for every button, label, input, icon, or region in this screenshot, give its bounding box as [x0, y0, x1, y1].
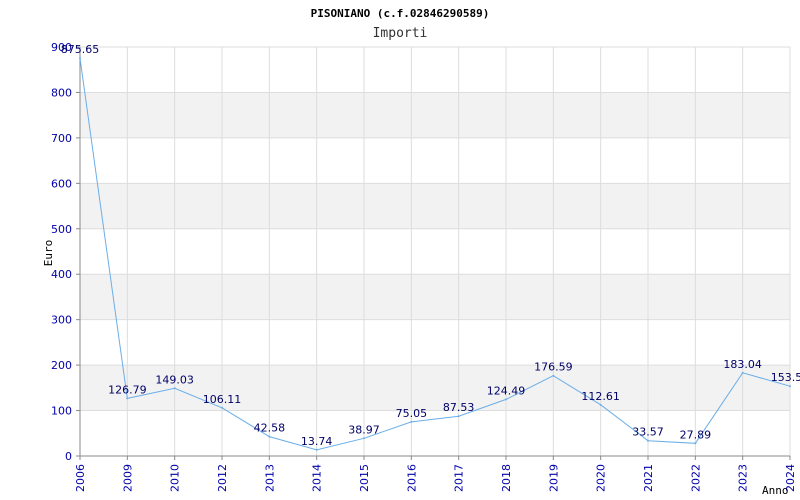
chart-title: PISONIANO (c.f.02846290589): [311, 7, 490, 20]
x-tick-label: 2021: [642, 464, 655, 492]
x-tick-label: 2023: [737, 464, 750, 492]
data-point: [741, 371, 744, 374]
data-point: [410, 420, 413, 423]
data-label: 106.11: [203, 393, 242, 406]
y-tick-label: 500: [51, 223, 72, 236]
data-point: [647, 439, 649, 442]
data-point: [126, 397, 129, 400]
data-point: [315, 448, 318, 451]
data-label: 183.04: [723, 358, 762, 371]
data-point: [363, 437, 365, 440]
y-tick-label: 600: [51, 177, 72, 190]
x-tick-label: 2013: [263, 464, 276, 492]
data-label: 13.74: [301, 435, 333, 448]
y-tick-label: 800: [51, 86, 72, 99]
x-tick-label: 2017: [453, 464, 466, 492]
data-label: 176.59: [534, 361, 573, 374]
grid-band: [80, 365, 790, 411]
data-label: 153.54: [771, 371, 800, 384]
y-tick-label: 200: [51, 359, 72, 372]
x-tick-label: 2014: [311, 464, 324, 492]
y-tick-label: 100: [51, 405, 72, 418]
y-tick-label: 300: [51, 314, 72, 327]
x-tick-label: 2022: [689, 464, 702, 492]
grid-band: [80, 92, 790, 138]
data-point: [221, 406, 223, 409]
data-point: [599, 403, 602, 406]
y-axis-title: Euro: [42, 240, 55, 267]
y-tick-label: 0: [65, 450, 72, 463]
data-label: 87.53: [443, 401, 475, 414]
x-tick-label: 2006: [74, 464, 87, 492]
data-point: [79, 57, 81, 60]
chart-container: 0 100 200 300 400 500 600 700 800 900 2006 2009 201…: [0, 0, 800, 500]
grid-band: [80, 274, 790, 320]
x-tick-label: 2012: [216, 464, 229, 492]
x-tick-label: 2018: [500, 464, 513, 492]
data-point: [694, 442, 697, 445]
x-axis-title: Anno: [762, 484, 789, 497]
data-point: [457, 415, 460, 418]
data-label: 27.89: [680, 428, 712, 441]
x-tick-label: 2010: [169, 464, 182, 492]
background-bands: [80, 92, 790, 411]
x-tick-labels: 2006 2009 2010 2012 2013 2014 2015 2016 2017 2018…: [74, 464, 797, 492]
grid-band: [80, 183, 790, 229]
data-label: 126.79: [108, 383, 147, 396]
line-chart: 0100200300400500600700800900 2006 2009 201…: [42, 7, 800, 497]
data-label: 33.57: [632, 426, 664, 439]
chart-subtitle: Importi: [373, 26, 428, 41]
data-label: 112.61: [581, 390, 620, 403]
data-point: [268, 435, 271, 438]
data-label: 875.65: [61, 43, 100, 56]
x-tick-label: 2016: [405, 464, 418, 492]
data-label: 149.03: [155, 373, 194, 386]
data-point: [552, 374, 555, 377]
x-tick-label: 2020: [595, 464, 608, 492]
data-label: 42.58: [254, 422, 286, 435]
data-label: 38.97: [348, 423, 380, 436]
data-label: 124.49: [487, 384, 526, 397]
y-tick-label: 400: [51, 268, 72, 281]
data-point: [173, 387, 176, 390]
data-label: 75.05: [396, 407, 428, 420]
data-point: [789, 385, 791, 388]
x-tick-label: 2009: [121, 464, 134, 492]
x-tick-label: 2015: [358, 464, 371, 492]
y-tick-label: 700: [51, 132, 72, 145]
x-tick-label: 2019: [547, 464, 560, 492]
data-point: [505, 398, 507, 401]
